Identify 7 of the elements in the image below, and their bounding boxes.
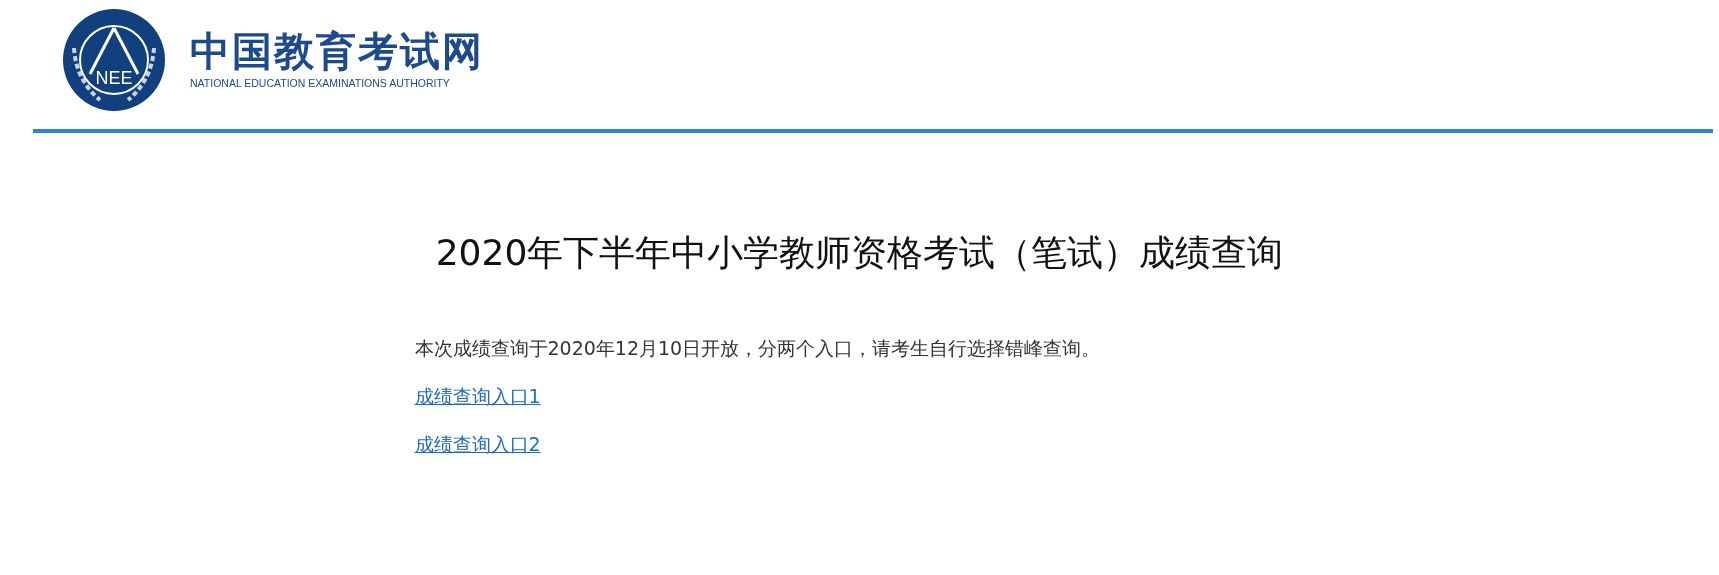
query-link[interactable]: 成绩查询入口2 (414, 432, 541, 458)
query-link[interactable]: 成绩查询入口1 (414, 384, 541, 410)
page-title: 2020年下半年中小学教师资格考试（笔试）成绩查询 (435, 231, 1284, 275)
notice-text: 本次成绩查询于2020年12月10日开放，分两个入口，请考生自行选择错峰查询。 (414, 336, 1101, 361)
logo-emblem: NEE (60, 8, 168, 112)
site-name: 中国教育考试网 (190, 31, 484, 71)
site-name-english: NATIONAL EDUCATION EXAMINATIONS AUTHORITY (190, 77, 451, 89)
